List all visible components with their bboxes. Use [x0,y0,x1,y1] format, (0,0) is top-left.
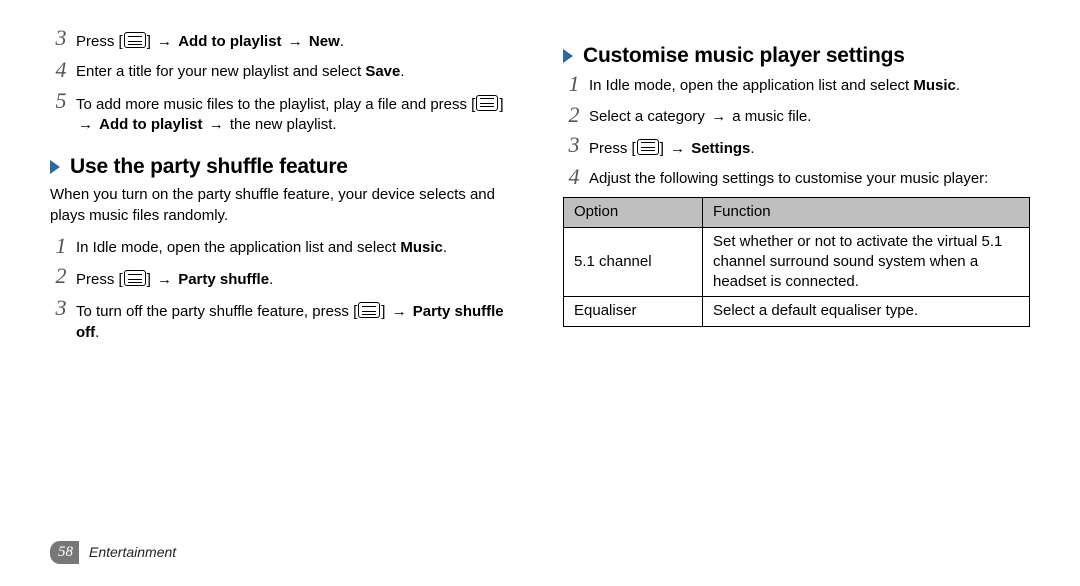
step: 4Enter a title for your new playlist and… [50,60,517,82]
arrow-right-icon: → [155,33,174,50]
right-column: Customise music player settings 1In Idle… [563,24,1030,351]
arrow-right-icon: → [390,303,409,320]
bold-text: Party shuffle [178,271,269,288]
table-row: EqualiserSelect a default equaliser type… [564,297,1030,326]
step: 5To add more music files to the playlist… [50,91,517,136]
option-cell: Equaliser [564,297,703,326]
bold-text: Music [913,77,956,94]
bold-text: New [309,33,340,50]
bold-text: Music [400,239,443,256]
menu-key-icon [124,270,146,286]
arrow-right-icon: → [155,271,174,288]
page-number: 58 [50,541,79,564]
step: 1In Idle mode, open the application list… [563,74,1030,96]
chevron-right-icon [563,49,573,63]
footer-chapter: Entertainment [89,543,176,562]
customise-steps: 1In Idle mode, open the application list… [563,74,1030,189]
arrow-right-icon: → [668,140,687,157]
step-text: Press [] → Party shuffle. [76,266,517,290]
step-text: Press [] → Add to playlist → New. [76,28,517,52]
bold-text: Add to playlist [99,116,202,133]
table-body: 5.1 channelSet whether or not to activat… [564,227,1030,326]
step-number: 1 [50,236,76,256]
step-text: In Idle mode, open the application list … [589,74,1030,96]
section-description: When you turn on the party shuffle featu… [50,185,517,226]
step: 2Select a category → a music file. [563,105,1030,127]
table-row: 5.1 channelSet whether or not to activat… [564,227,1030,297]
step-number: 1 [563,74,589,94]
step: 2Press [] → Party shuffle. [50,266,517,290]
step-number: 3 [563,135,589,155]
step-text: To turn off the party shuffle feature, p… [76,298,517,343]
step-text: Press [] → Settings. [589,135,1030,159]
bold-text: Add to playlist [178,33,281,50]
step: 3Press [] → Settings. [563,135,1030,159]
menu-key-icon [637,139,659,155]
bold-text: Settings [691,140,750,157]
step-text: Adjust the following settings to customi… [589,167,1030,189]
table-header-option: Option [564,198,703,227]
settings-options-table: Option Function 5.1 channelSet whether o… [563,197,1030,326]
arrow-right-icon: → [207,116,226,133]
manual-page: 3Press [] → Add to playlist → New.4Enter… [0,0,1080,586]
page-footer: 58 Entertainment [50,541,176,564]
chevron-right-icon [50,160,60,174]
left-column: 3Press [] → Add to playlist → New.4Enter… [50,24,517,351]
step-number: 2 [50,266,76,286]
playlist-steps-continued: 3Press [] → Add to playlist → New.4Enter… [50,28,517,135]
step-text: To add more music files to the playlist,… [76,91,517,136]
function-cell: Set whether or not to activate the virtu… [703,227,1030,297]
step-text: In Idle mode, open the application list … [76,236,517,258]
bold-text: Party shuffle off [76,303,504,340]
step-number: 2 [563,105,589,125]
menu-key-icon [358,302,380,318]
section-heading-customise: Customise music player settings [563,42,1030,70]
step-number: 4 [563,167,589,187]
step-number: 5 [50,91,76,111]
arrow-right-icon: → [709,108,728,125]
step-number: 3 [50,298,76,318]
function-cell: Select a default equaliser type. [703,297,1030,326]
step: 3Press [] → Add to playlist → New. [50,28,517,52]
step: 3To turn off the party shuffle feature, … [50,298,517,343]
menu-key-icon [124,32,146,48]
step-number: 4 [50,60,76,80]
step: 4Adjust the following settings to custom… [563,167,1030,189]
step: 1In Idle mode, open the application list… [50,236,517,258]
step-text: Enter a title for your new playlist and … [76,60,517,82]
step-number: 3 [50,28,76,48]
two-column-layout: 3Press [] → Add to playlist → New.4Enter… [50,24,1030,351]
arrow-right-icon: → [286,33,305,50]
section-title: Customise music player settings [583,42,905,70]
section-title: Use the party shuffle feature [70,153,348,181]
table-header-function: Function [703,198,1030,227]
option-cell: 5.1 channel [564,227,703,297]
party-shuffle-steps: 1In Idle mode, open the application list… [50,236,517,343]
bold-text: Save [365,63,400,80]
step-text: Select a category → a music file. [589,105,1030,127]
menu-key-icon [476,95,498,111]
section-heading-party-shuffle: Use the party shuffle feature [50,153,517,181]
arrow-right-icon: → [76,116,95,133]
